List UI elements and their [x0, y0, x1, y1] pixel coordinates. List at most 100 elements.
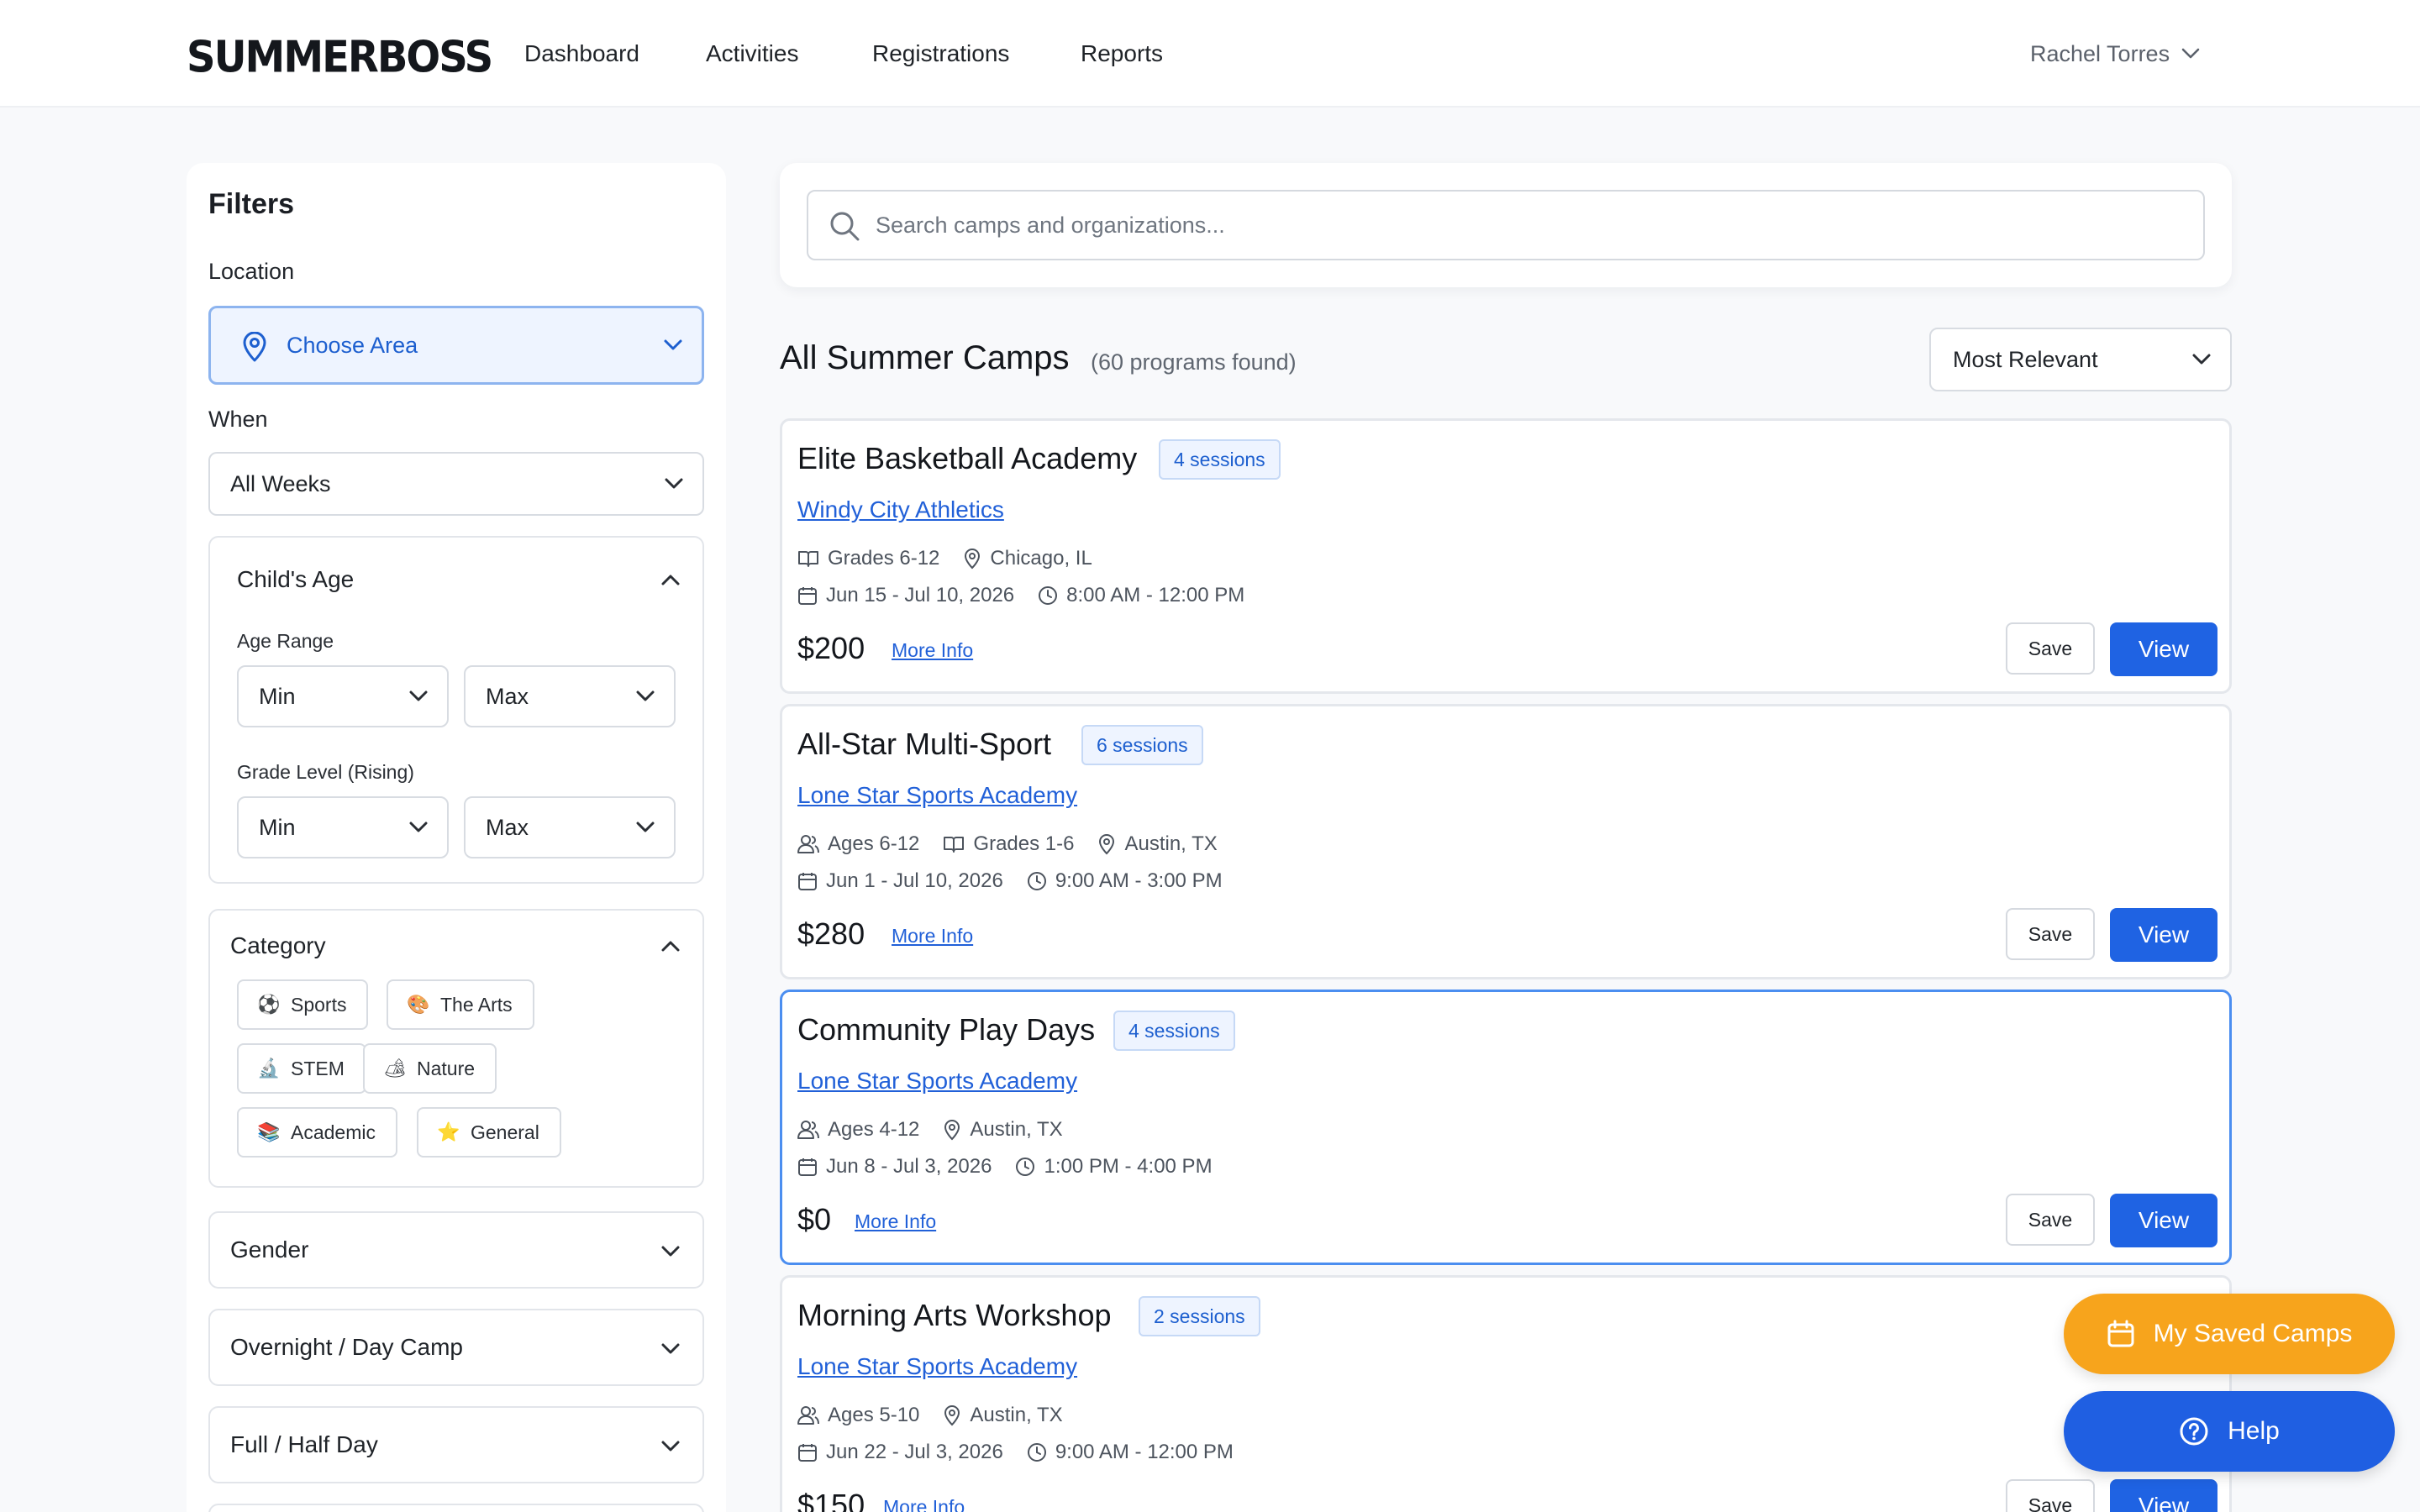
category-chip-nature[interactable]: 🏕 Nature [363, 1043, 497, 1094]
when-value: All Weeks [230, 470, 331, 496]
chevron-down-icon [2192, 354, 2211, 365]
sessions-badge: 4 sessions [1159, 439, 1281, 480]
category-chip-the-arts[interactable]: 🎨 The Arts [387, 979, 534, 1030]
meta-text: 8:00 AM - 12:00 PM [1066, 584, 1245, 606]
sort-value: Most Relevant [1953, 346, 2098, 372]
save-button[interactable]: Save [2006, 1479, 2095, 1512]
nav-registrations[interactable]: Registrations [872, 40, 1009, 67]
search-input[interactable] [876, 205, 2186, 245]
location-select[interactable]: Choose Area [208, 306, 704, 385]
camp-card[interactable]: Morning Arts Workshop 2 sessions Lone St… [780, 1275, 2232, 1512]
location-label: Location [208, 259, 295, 284]
camp-card[interactable]: Community Play Days 4 sessions Lone Star… [780, 990, 2232, 1265]
childs-age-title[interactable]: Child's Age [237, 566, 354, 593]
full-half-day-panel[interactable]: Full / Half Day [208, 1406, 704, 1483]
help-button[interactable]: Help [2064, 1391, 2395, 1472]
camp-card[interactable]: All-Star Multi-Sport 6 sessions Lone Sta… [780, 704, 2232, 979]
logo[interactable]: SUMMERBOSS [187, 32, 493, 82]
more-info-link[interactable]: More Info [892, 639, 973, 662]
meta-text: Jun 22 - Jul 3, 2026 [826, 1441, 1003, 1463]
sort-select[interactable]: Most Relevant [1929, 328, 2232, 391]
chip-label: General [471, 1121, 539, 1143]
more-filters-panel[interactable] [208, 1504, 704, 1512]
category-title[interactable]: Category [230, 932, 326, 959]
chevron-down-icon[interactable] [660, 1440, 681, 1453]
category-chip-general[interactable]: ⭐ General [417, 1107, 561, 1158]
map-pin-icon [1099, 834, 1115, 855]
organization-link[interactable]: Lone Star Sports Academy [797, 1353, 1077, 1380]
book-icon [944, 837, 965, 853]
clock-icon [1039, 586, 1058, 605]
chip-label: Sports [291, 993, 347, 1016]
camp-title[interactable]: Elite Basketball Academy [797, 441, 1137, 476]
search-box[interactable] [807, 190, 2205, 260]
category-chip-sports[interactable]: ⚽ Sports [237, 979, 369, 1030]
meta-text: 1:00 PM - 4:00 PM [1044, 1155, 1213, 1178]
category-chip-stem[interactable]: 🔬 STEM [237, 1043, 366, 1094]
save-button[interactable]: Save [2006, 622, 2095, 675]
camp-meta-row: Ages 6-12 Grades 1-6 Austin, TX [797, 832, 1218, 856]
camp-title[interactable]: All-Star Multi-Sport [797, 727, 1051, 762]
more-info-link[interactable]: More Info [883, 1496, 965, 1512]
view-button[interactable]: View [2110, 622, 2217, 676]
chevron-up-icon[interactable] [660, 939, 681, 953]
filters-sidebar: Filters Location Choose Area When All We… [187, 163, 726, 1512]
organization-link[interactable]: Lone Star Sports Academy [797, 782, 1077, 809]
gender-title[interactable]: Gender [230, 1236, 308, 1263]
chip-label: Nature [417, 1057, 476, 1079]
results-title: All Summer Camps [780, 339, 1070, 376]
user-name: Rachel Torres [2030, 40, 2170, 66]
clock-icon [1027, 872, 1046, 890]
view-button[interactable]: View [2110, 1479, 2217, 1512]
dates-meta: Jun 1 - Jul 10, 2026 [797, 869, 1003, 893]
save-button[interactable]: Save [2006, 908, 2095, 960]
camp-meta-row: Ages 4-12 Austin, TX [797, 1118, 1063, 1142]
camp-meta-row: Ages 5-10 Austin, TX [797, 1404, 1063, 1427]
palette-icon: 🎨 [407, 994, 430, 1015]
gender-panel[interactable]: Gender [208, 1211, 704, 1289]
chip-label: STEM [291, 1057, 345, 1079]
view-button[interactable]: View [2110, 1194, 2217, 1247]
chevron-down-icon[interactable] [660, 1245, 681, 1258]
age-max-select[interactable]: Max [464, 665, 676, 727]
my-saved-camps-button[interactable]: My Saved Camps [2064, 1294, 2395, 1374]
camp-title[interactable]: Morning Arts Workshop [797, 1298, 1111, 1333]
camp-card[interactable]: Elite Basketball Academy 4 sessions Wind… [780, 418, 2232, 694]
meta-text: Austin, TX [970, 1118, 1063, 1141]
grades-meta: Grades 1-6 [943, 832, 1074, 856]
organization-link[interactable]: Lone Star Sports Academy [797, 1068, 1077, 1095]
more-info-link[interactable]: More Info [892, 925, 973, 948]
overnight-day-camp-title[interactable]: Overnight / Day Camp [230, 1334, 463, 1361]
view-button[interactable]: View [2110, 908, 2217, 962]
nav-reports[interactable]: Reports [1081, 40, 1163, 67]
chevron-down-icon [665, 478, 683, 489]
overnight-day-camp-panel[interactable]: Overnight / Day Camp [208, 1309, 704, 1386]
age-max-value: Max [486, 683, 529, 709]
grade-min-select[interactable]: Min [237, 796, 449, 858]
when-select[interactable]: All Weeks [208, 452, 704, 516]
chevron-down-icon [636, 690, 655, 701]
clock-icon [1016, 1158, 1035, 1176]
nav-activities[interactable]: Activities [706, 40, 798, 67]
category-chip-academic[interactable]: 📚 Academic [237, 1107, 397, 1158]
chevron-up-icon[interactable] [660, 573, 681, 586]
location-value: Choose Area [287, 332, 418, 358]
childs-age-panel: Child's Age Age Range Min Max Grade Leve… [208, 536, 704, 884]
chevron-down-icon [664, 339, 682, 350]
camp-schedule-row: Jun 8 - Jul 3, 2026 1:00 PM - 4:00 PM [797, 1155, 1213, 1179]
chevron-down-icon[interactable] [660, 1342, 681, 1356]
map-pin-icon [944, 1120, 960, 1141]
more-info-link[interactable]: More Info [855, 1210, 936, 1233]
camp-title[interactable]: Community Play Days [797, 1012, 1095, 1047]
age-range-label: Age Range [237, 630, 334, 652]
calendar-icon [2107, 1320, 2134, 1347]
meta-text: Austin, TX [970, 1404, 1063, 1426]
grade-max-select[interactable]: Max [464, 796, 676, 858]
user-menu[interactable]: Rachel Torres [2030, 37, 2200, 71]
age-min-select[interactable]: Min [237, 665, 449, 727]
organization-link[interactable]: Windy City Athletics [797, 496, 1004, 523]
time-meta: 9:00 AM - 12:00 PM [1027, 1441, 1234, 1464]
nav-dashboard[interactable]: Dashboard [524, 40, 639, 67]
save-button[interactable]: Save [2006, 1194, 2095, 1246]
full-half-day-title[interactable]: Full / Half Day [230, 1431, 378, 1458]
